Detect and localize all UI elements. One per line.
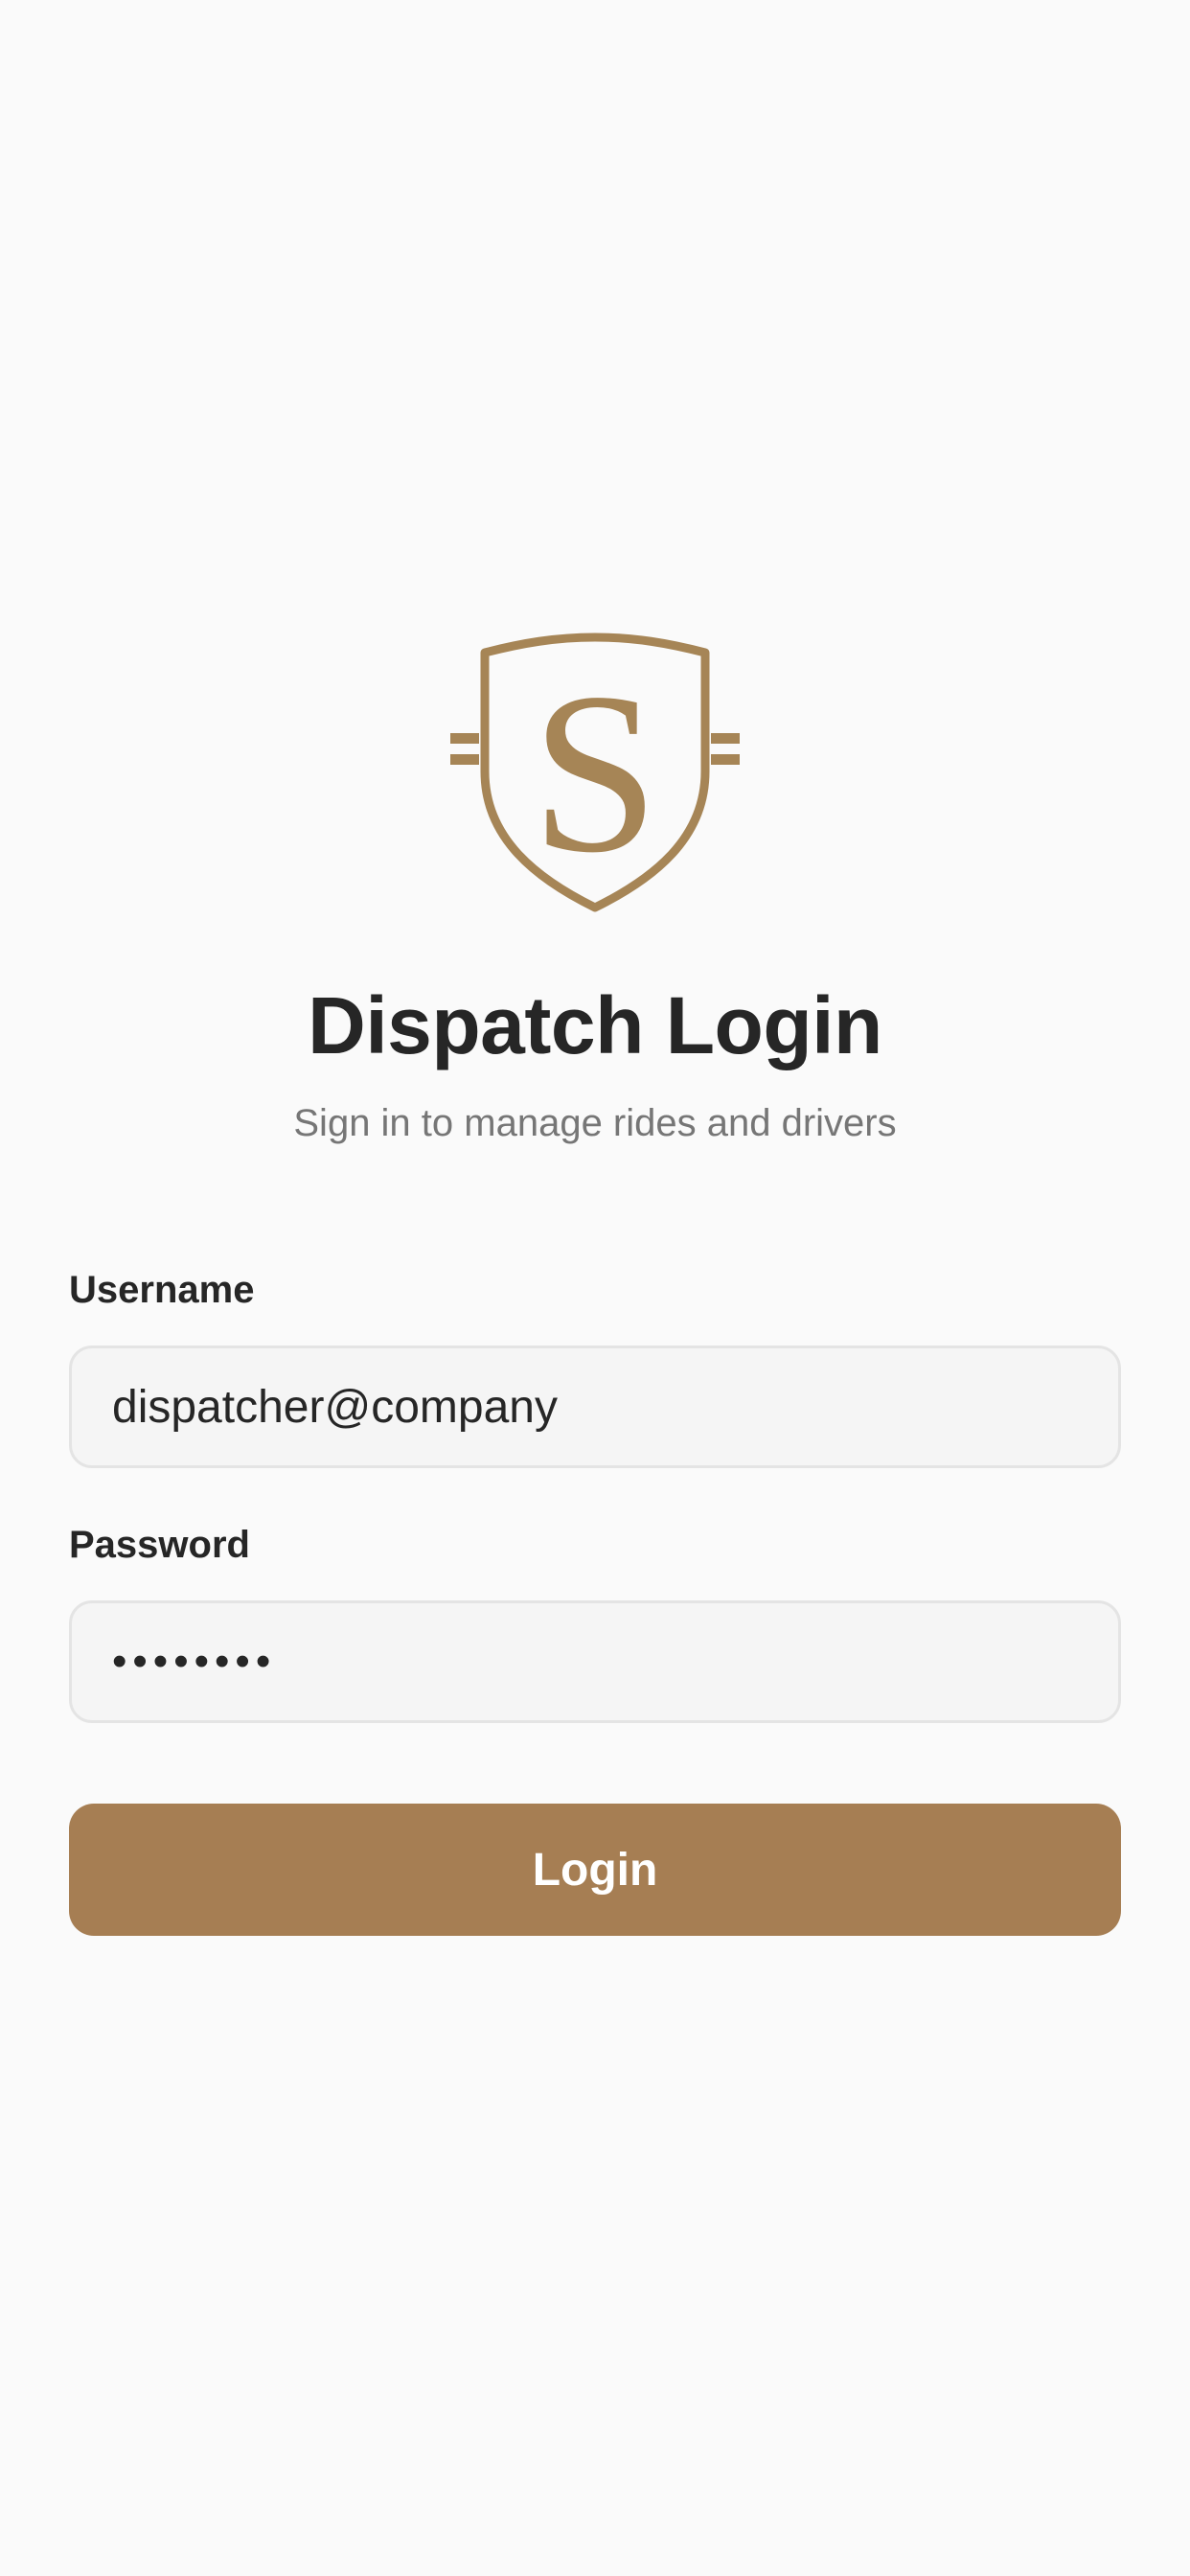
login-screen: S Dispatch Login Sign in to manage rides… [0,0,1190,2576]
login-button[interactable]: Login [69,1804,1121,1936]
page-subtitle: Sign in to manage rides and drivers [293,1102,897,1144]
password-input[interactable] [112,1638,1078,1686]
password-label: Password [69,1524,250,1566]
username-label: Username [69,1269,255,1311]
shield-s-logo-icon: S [450,628,740,917]
password-field-container [69,1600,1121,1723]
page-title: Dispatch Login [308,980,882,1070]
login-form: Username Password Login [69,1265,1121,1936]
username-input[interactable] [112,1380,1078,1434]
username-field-container [69,1346,1121,1468]
svg-text:S: S [531,645,658,900]
